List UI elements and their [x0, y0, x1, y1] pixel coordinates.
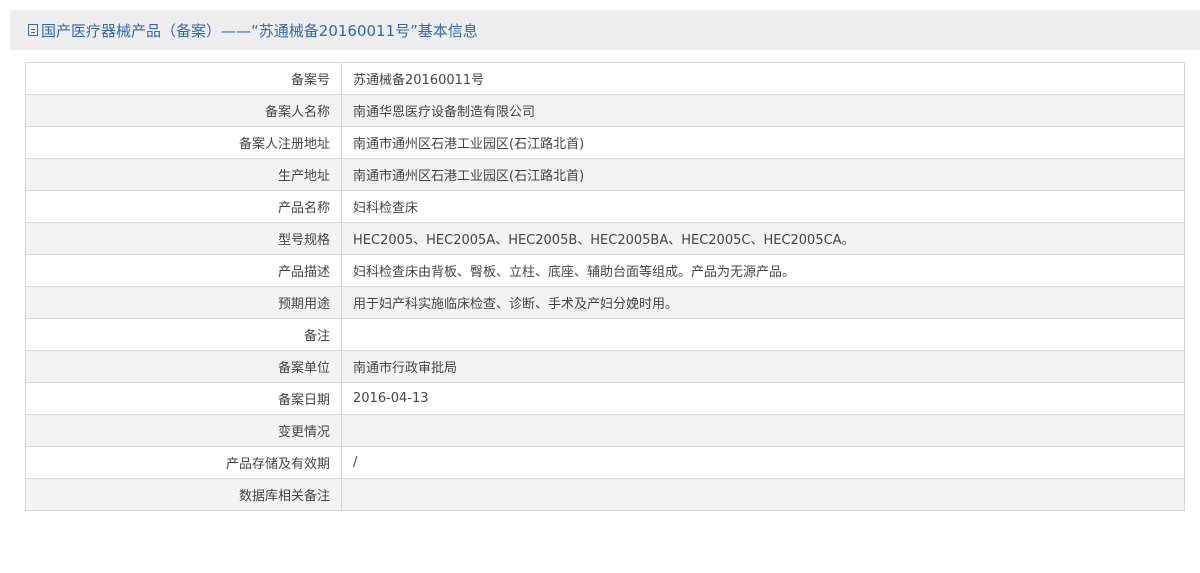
- document-icon: [28, 24, 38, 36]
- page-title: 国产医疗器械产品（备案）——“苏通械备20160011号”基本信息: [41, 21, 478, 40]
- table-row: 产品描述 妇科检查床由背板、臀板、立柱、底座、辅助台面等组成。产品为无源产品。: [25, 254, 1185, 287]
- table-row: 备注: [25, 318, 1185, 351]
- row-label: 备案人名称: [25, 94, 342, 127]
- row-label: 型号规格: [25, 222, 342, 255]
- row-label: 备案日期: [25, 382, 342, 415]
- row-label: 产品描述: [25, 254, 342, 287]
- row-label: 备案号: [25, 62, 342, 95]
- row-value: 南通市行政审批局: [341, 350, 1185, 383]
- table-row: 备案日期 2016-04-13: [25, 382, 1185, 415]
- row-label: 备注: [25, 318, 342, 351]
- table-row: 备案号 苏通械备20160011号: [25, 62, 1185, 95]
- table-row: 生产地址 南通市通州区石港工业园区(石江路北首): [25, 158, 1185, 191]
- panel-header: 国产医疗器械产品（备案）——“苏通械备20160011号”基本信息: [10, 10, 1200, 50]
- row-value: 南通市通州区石港工业园区(石江路北首): [341, 126, 1185, 159]
- row-label: 产品名称: [25, 190, 342, 223]
- table-row: 预期用途 用于妇产科实施临床检查、诊断、手术及产妇分娩时用。: [25, 286, 1185, 319]
- row-label: 预期用途: [25, 286, 342, 319]
- row-value: HEC2005、HEC2005A、HEC2005B、HEC2005BA、HEC2…: [341, 222, 1185, 255]
- table-row: 备案人注册地址 南通市通州区石港工业园区(石江路北首): [25, 126, 1185, 159]
- row-label: 生产地址: [25, 158, 342, 191]
- row-value: 南通市通州区石港工业园区(石江路北首): [341, 158, 1185, 191]
- row-value: /: [341, 446, 1185, 479]
- table-row: 产品名称 妇科检查床: [25, 190, 1185, 223]
- panel-body: 备案号 苏通械备20160011号 备案人名称 南通华恩医疗设备制造有限公司 备…: [10, 50, 1200, 548]
- table-row: 变更情况: [25, 414, 1185, 447]
- info-table: 备案号 苏通械备20160011号 备案人名称 南通华恩医疗设备制造有限公司 备…: [25, 62, 1185, 511]
- info-panel: 国产医疗器械产品（备案）——“苏通械备20160011号”基本信息 备案号 苏通…: [10, 10, 1200, 548]
- row-label: 数据库相关备注: [25, 478, 342, 511]
- row-value: 苏通械备20160011号: [341, 62, 1185, 95]
- row-value: 用于妇产科实施临床检查、诊断、手术及产妇分娩时用。: [341, 286, 1185, 319]
- row-value: 南通华恩医疗设备制造有限公司: [341, 94, 1185, 127]
- table-row: 数据库相关备注: [25, 478, 1185, 511]
- row-value: 妇科检查床: [341, 190, 1185, 223]
- row-label: 备案单位: [25, 350, 342, 383]
- table-row: 备案人名称 南通华恩医疗设备制造有限公司: [25, 94, 1185, 127]
- row-label: 产品存储及有效期: [25, 446, 342, 479]
- row-label: 变更情况: [25, 414, 342, 447]
- table-row: 型号规格 HEC2005、HEC2005A、HEC2005B、HEC2005BA…: [25, 222, 1185, 255]
- row-value: [341, 478, 1185, 511]
- table-row: 产品存储及有效期 /: [25, 446, 1185, 479]
- row-value: 妇科检查床由背板、臀板、立柱、底座、辅助台面等组成。产品为无源产品。: [341, 254, 1185, 287]
- row-label: 备案人注册地址: [25, 126, 342, 159]
- table-row: 备案单位 南通市行政审批局: [25, 350, 1185, 383]
- row-value: 2016-04-13: [341, 382, 1185, 415]
- row-value: [341, 414, 1185, 447]
- row-value: [341, 318, 1185, 351]
